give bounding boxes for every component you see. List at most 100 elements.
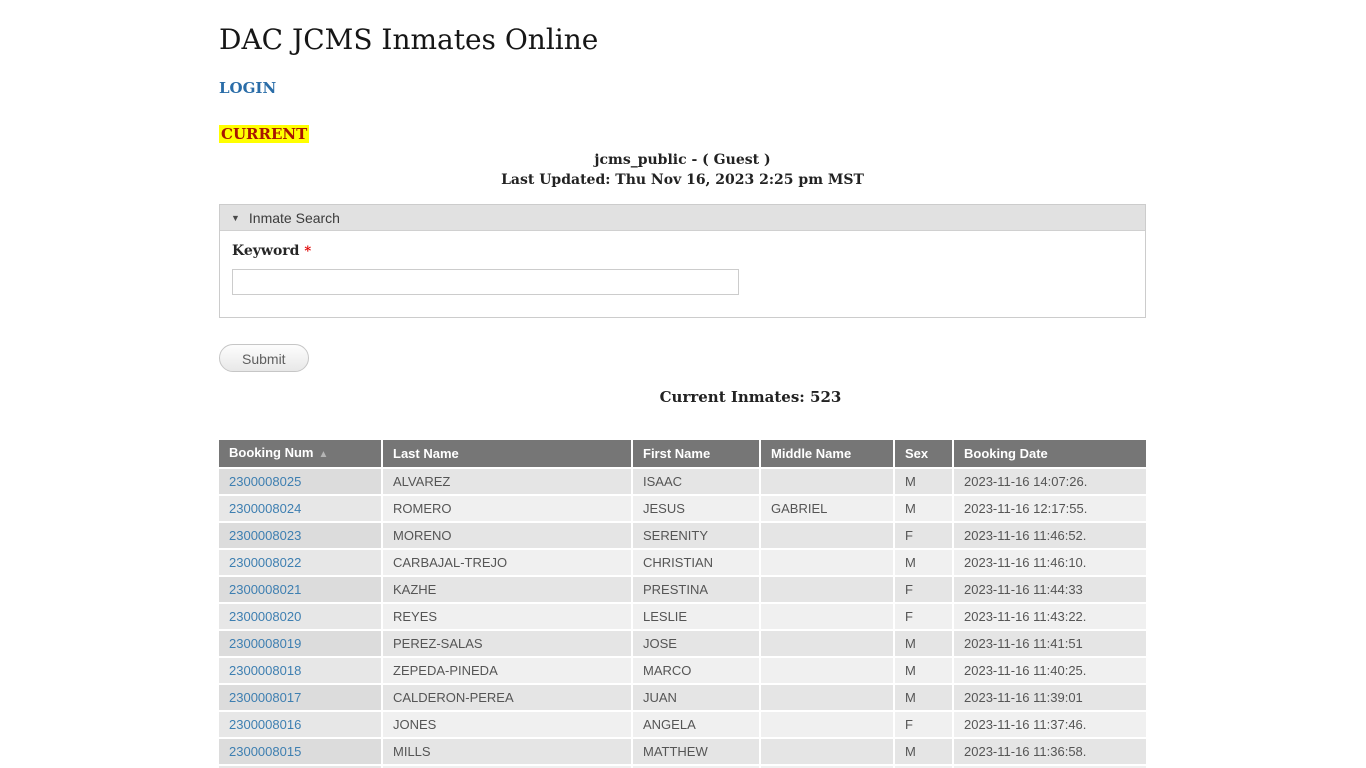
required-asterisk: * bbox=[304, 244, 312, 259]
booking-num-link[interactable]: 2300008023 bbox=[229, 528, 301, 543]
table-row: 2300008024 ROMERO JESUS GABRIEL M 2023-1… bbox=[219, 496, 1146, 523]
inmate-search-body: Keyword * bbox=[220, 231, 1145, 317]
sex-cell: M bbox=[895, 496, 954, 523]
booking-date-cell: 2023-11-16 11:40:25. bbox=[954, 658, 1146, 685]
booking-date-cell: 2023-11-16 11:46:52. bbox=[954, 523, 1146, 550]
first-name-cell: JESUS bbox=[633, 496, 761, 523]
booking-date-cell: 2023-11-16 11:46:10. bbox=[954, 550, 1146, 577]
booking-date-cell: 2023-11-16 11:43:22. bbox=[954, 604, 1146, 631]
table-row: 2300008017 CALDERON-PEREA JUAN M 2023-11… bbox=[219, 685, 1146, 712]
last-name-cell: MILLS bbox=[383, 739, 633, 766]
last-name-cell: JONES bbox=[383, 712, 633, 739]
current-inmates-count: Current Inmates: 523 bbox=[659, 388, 842, 406]
booking-num-link[interactable]: 2300008016 bbox=[229, 717, 301, 732]
column-header-first-name[interactable]: First Name bbox=[633, 440, 761, 469]
sex-cell: M bbox=[895, 685, 954, 712]
last-name-cell: ZEPEDA-PINEDA bbox=[383, 658, 633, 685]
last-name-cell: CALDERON-PEREA bbox=[383, 685, 633, 712]
collapse-arrow-icon: ▼ bbox=[231, 212, 240, 223]
booking-date-cell: 2023-11-16 11:39:01 bbox=[954, 685, 1146, 712]
table-row: 2300008019 PEREZ-SALAS JOSE M 2023-11-16… bbox=[219, 631, 1146, 658]
booking-num-link[interactable]: 2300008025 bbox=[229, 474, 301, 489]
submit-button[interactable]: Submit bbox=[219, 344, 309, 372]
sort-ascending-icon: ▲ bbox=[318, 449, 329, 460]
status-block: jcms_public - ( Guest ) Last Updated: Th… bbox=[219, 150, 1146, 190]
table-row: 2300008018 ZEPEDA-PINEDA MARCO M 2023-11… bbox=[219, 658, 1146, 685]
table-row: 2300008023 MORENO SERENITY F 2023-11-16 … bbox=[219, 523, 1146, 550]
last-updated: Last Updated: Thu Nov 16, 2023 2:25 pm M… bbox=[501, 172, 864, 188]
first-name-cell: MATTHEW bbox=[633, 739, 761, 766]
table-row: 2300008020 REYES LESLIE F 2023-11-16 11:… bbox=[219, 604, 1146, 631]
middle-name-cell bbox=[761, 577, 895, 604]
login-link[interactable]: LOGIN bbox=[219, 79, 276, 97]
column-header-booking-date[interactable]: Booking Date bbox=[954, 440, 1146, 469]
current-tab-link[interactable]: CURRENT bbox=[219, 125, 310, 143]
middle-name-cell: GABRIEL bbox=[761, 496, 895, 523]
last-name-cell: CARBAJAL-TREJO bbox=[383, 550, 633, 577]
booking-date-cell: 2023-11-16 11:41:51 bbox=[954, 631, 1146, 658]
middle-name-cell bbox=[761, 739, 895, 766]
middle-name-cell bbox=[761, 469, 895, 496]
first-name-cell: LESLIE bbox=[633, 604, 761, 631]
middle-name-cell bbox=[761, 550, 895, 577]
page-title: DAC JCMS Inmates Online bbox=[219, 23, 599, 56]
inmate-search-fieldset: ▼ Inmate Search Keyword * bbox=[219, 204, 1146, 318]
sex-cell: F bbox=[895, 712, 954, 739]
column-header-last-name[interactable]: Last Name bbox=[383, 440, 633, 469]
last-name-cell: ROMERO bbox=[383, 496, 633, 523]
table-row: 2300008016 JONES ANGELA F 2023-11-16 11:… bbox=[219, 712, 1146, 739]
first-name-cell: SERENITY bbox=[633, 523, 761, 550]
table-row: 2300008025 ALVAREZ ISAAC M 2023-11-16 14… bbox=[219, 469, 1146, 496]
inmates-table: Booking Num ▲ Last Name First Name Middle… bbox=[219, 440, 1146, 768]
column-header-sex[interactable]: Sex bbox=[895, 440, 954, 469]
column-header-booking-num[interactable]: Booking Num ▲ bbox=[219, 440, 383, 469]
last-name-cell: PEREZ-SALAS bbox=[383, 631, 633, 658]
sex-cell: M bbox=[895, 469, 954, 496]
middle-name-cell bbox=[761, 523, 895, 550]
middle-name-cell bbox=[761, 631, 895, 658]
sex-cell: F bbox=[895, 523, 954, 550]
last-name-cell: REYES bbox=[383, 604, 633, 631]
page-container: DAC JCMS Inmates Online LOGIN CURRENT jc… bbox=[0, 0, 1282, 768]
first-name-cell: CHRISTIAN bbox=[633, 550, 761, 577]
last-name-cell: KAZHE bbox=[383, 577, 633, 604]
booking-num-link[interactable]: 2300008022 bbox=[229, 555, 301, 570]
booking-date-cell: 2023-11-16 12:17:55. bbox=[954, 496, 1146, 523]
inmate-search-collapse-toggle[interactable]: ▼ Inmate Search bbox=[220, 205, 1145, 231]
booking-num-link[interactable]: 2300008019 bbox=[229, 636, 301, 651]
sex-cell: F bbox=[895, 604, 954, 631]
booking-num-link[interactable]: 2300008024 bbox=[229, 501, 301, 516]
sex-cell: M bbox=[895, 658, 954, 685]
middle-name-cell bbox=[761, 604, 895, 631]
table-row: 2300008021 KAZHE PRESTINA F 2023-11-16 1… bbox=[219, 577, 1146, 604]
booking-num-link[interactable]: 2300008018 bbox=[229, 663, 301, 678]
last-name-cell: MORENO bbox=[383, 523, 633, 550]
inmate-search-legend: Inmate Search bbox=[248, 209, 340, 226]
booking-num-link[interactable]: 2300008017 bbox=[229, 690, 301, 705]
first-name-cell: ANGELA bbox=[633, 712, 761, 739]
first-name-cell: PRESTINA bbox=[633, 577, 761, 604]
middle-name-cell bbox=[761, 658, 895, 685]
booking-date-cell: 2023-11-16 11:36:58. bbox=[954, 739, 1146, 766]
keyword-input[interactable] bbox=[232, 269, 739, 295]
middle-name-cell bbox=[761, 685, 895, 712]
table-header-row: Booking Num ▲ Last Name First Name Middle… bbox=[219, 440, 1146, 469]
booking-num-link[interactable]: 2300008015 bbox=[229, 744, 301, 759]
keyword-label: Keyword * bbox=[232, 243, 312, 259]
booking-num-link[interactable]: 2300008021 bbox=[229, 582, 301, 597]
user-status: jcms_public - ( Guest ) bbox=[594, 152, 771, 168]
first-name-cell: JUAN bbox=[633, 685, 761, 712]
booking-num-link[interactable]: 2300008020 bbox=[229, 609, 301, 624]
booking-date-cell: 2023-11-16 14:07:26. bbox=[954, 469, 1146, 496]
middle-name-cell bbox=[761, 712, 895, 739]
booking-date-cell: 2023-11-16 11:44:33 bbox=[954, 577, 1146, 604]
sex-cell: M bbox=[895, 631, 954, 658]
booking-date-cell: 2023-11-16 11:37:46. bbox=[954, 712, 1146, 739]
column-header-middle-name[interactable]: Middle Name bbox=[761, 440, 895, 469]
sex-cell: M bbox=[895, 550, 954, 577]
sex-cell: M bbox=[895, 739, 954, 766]
first-name-cell: MARCO bbox=[633, 658, 761, 685]
table-row: 2300008022 CARBAJAL-TREJO CHRISTIAN M 20… bbox=[219, 550, 1146, 577]
first-name-cell: JOSE bbox=[633, 631, 761, 658]
last-name-cell: ALVAREZ bbox=[383, 469, 633, 496]
